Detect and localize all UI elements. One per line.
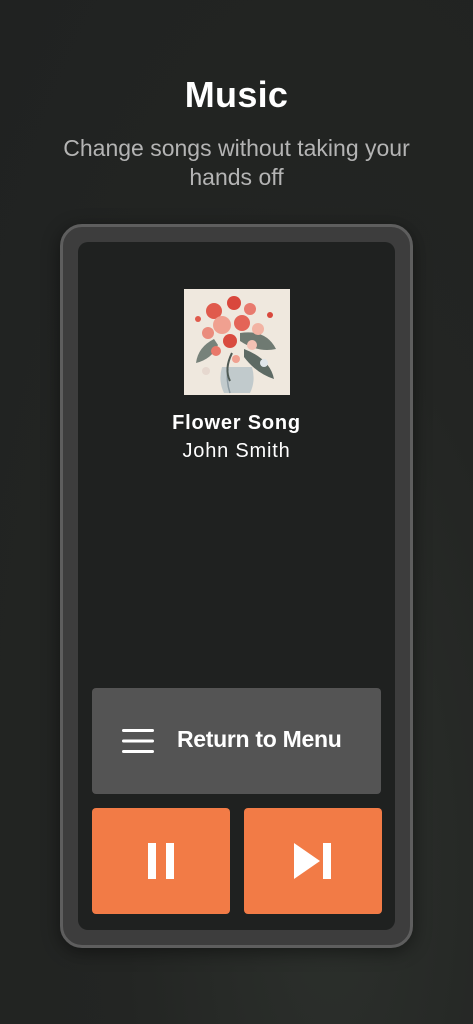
return-to-menu-button[interactable]: Return to Menu	[92, 688, 381, 794]
page-subtitle: Change songs without taking your hands o…	[63, 135, 410, 190]
return-to-menu-label: Return to Menu	[177, 726, 342, 752]
artist-name: John Smith	[182, 440, 291, 462]
skip-next-icon	[294, 843, 331, 879]
pause-button[interactable]	[92, 808, 230, 914]
album-art	[184, 289, 290, 395]
flower-artwork-icon	[184, 289, 290, 395]
skip-next-button[interactable]	[244, 808, 382, 914]
page-title: Music	[184, 74, 289, 115]
song-title: Flower Song	[172, 412, 301, 434]
device-frame: Flower Song John Smith Return to Menu	[60, 224, 413, 948]
hamburger-menu-icon	[122, 729, 154, 753]
device-screen: Flower Song John Smith Return to Menu	[78, 242, 395, 930]
pause-icon	[148, 843, 174, 879]
